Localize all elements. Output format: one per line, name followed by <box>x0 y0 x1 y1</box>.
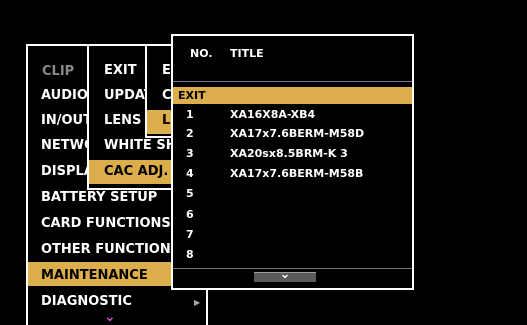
scroll-down-icon[interactable]: ⌄ <box>104 309 116 325</box>
popup-header-title: TITLE <box>230 47 264 60</box>
popup-header-no: NO. <box>190 47 213 60</box>
submenu-1-item-cac-adj[interactable]: CAC ADJ. <box>104 164 168 180</box>
menu-item-card-functions[interactable]: CARD FUNCTIONS <box>41 216 171 232</box>
menu-item-other-functions[interactable]: OTHER FUNCTIONS <box>41 242 180 258</box>
popup-row-4-title[interactable]: XA17x7.6BERM-M58B <box>230 168 363 180</box>
menu-item-battery-setup[interactable]: BATTERY SETUP <box>41 190 157 206</box>
popup-row-4-no[interactable]: 4 <box>186 168 194 180</box>
popup-row-1-no[interactable]: 1 <box>186 109 194 121</box>
popup-exit-row[interactable] <box>173 87 412 104</box>
popup-row-2-no[interactable]: 2 <box>186 128 194 140</box>
menu-item-audio-label[interactable]: AUDIO <box>41 88 88 104</box>
popup-row-6-no[interactable]: 6 <box>186 209 194 221</box>
menu-item-diagnostic[interactable]: DIAGNOSTIC <box>41 294 132 310</box>
popup-header-divider <box>173 81 412 82</box>
menu-item-clip[interactable]: CLIP <box>42 64 74 80</box>
popup-row-5-no[interactable]: 5 <box>186 188 194 200</box>
popup-row-3-no[interactable]: 3 <box>186 148 194 160</box>
diagnostic-arrow-icon: ▶ <box>194 298 201 307</box>
popup-row-1-title[interactable]: XA16X8A-XB4 <box>230 109 315 121</box>
menu-screen: { "main_menu": { "items": [ {"label": "C… <box>0 0 527 325</box>
popup-exit-label[interactable]: EXIT <box>178 90 206 102</box>
popup-row-3-title[interactable]: XA20sx8.5BRM-K 3 <box>230 148 348 160</box>
chevron-down-icon: ⌄ <box>279 267 291 282</box>
lens-list-popup: NO. TITLE EXIT 1 XA16X8A-XB4 2 XA17x7.6B… <box>173 36 412 288</box>
popup-row-7-no[interactable]: 7 <box>186 229 194 241</box>
popup-row-8-no[interactable]: 8 <box>186 249 194 261</box>
menu-item-inout-label[interactable]: IN/OUT <box>41 113 92 129</box>
menu-item-maintenance[interactable]: MAINTENANCE <box>41 268 148 284</box>
popup-scroll-down-button[interactable]: ⌄ <box>254 267 316 282</box>
submenu-1-item-exit[interactable]: EXIT <box>104 63 137 79</box>
popup-row-2-title[interactable]: XA17x7.6BERM-M58D <box>230 128 364 140</box>
submenu-1-item-lens[interactable]: LENS <box>104 113 141 129</box>
